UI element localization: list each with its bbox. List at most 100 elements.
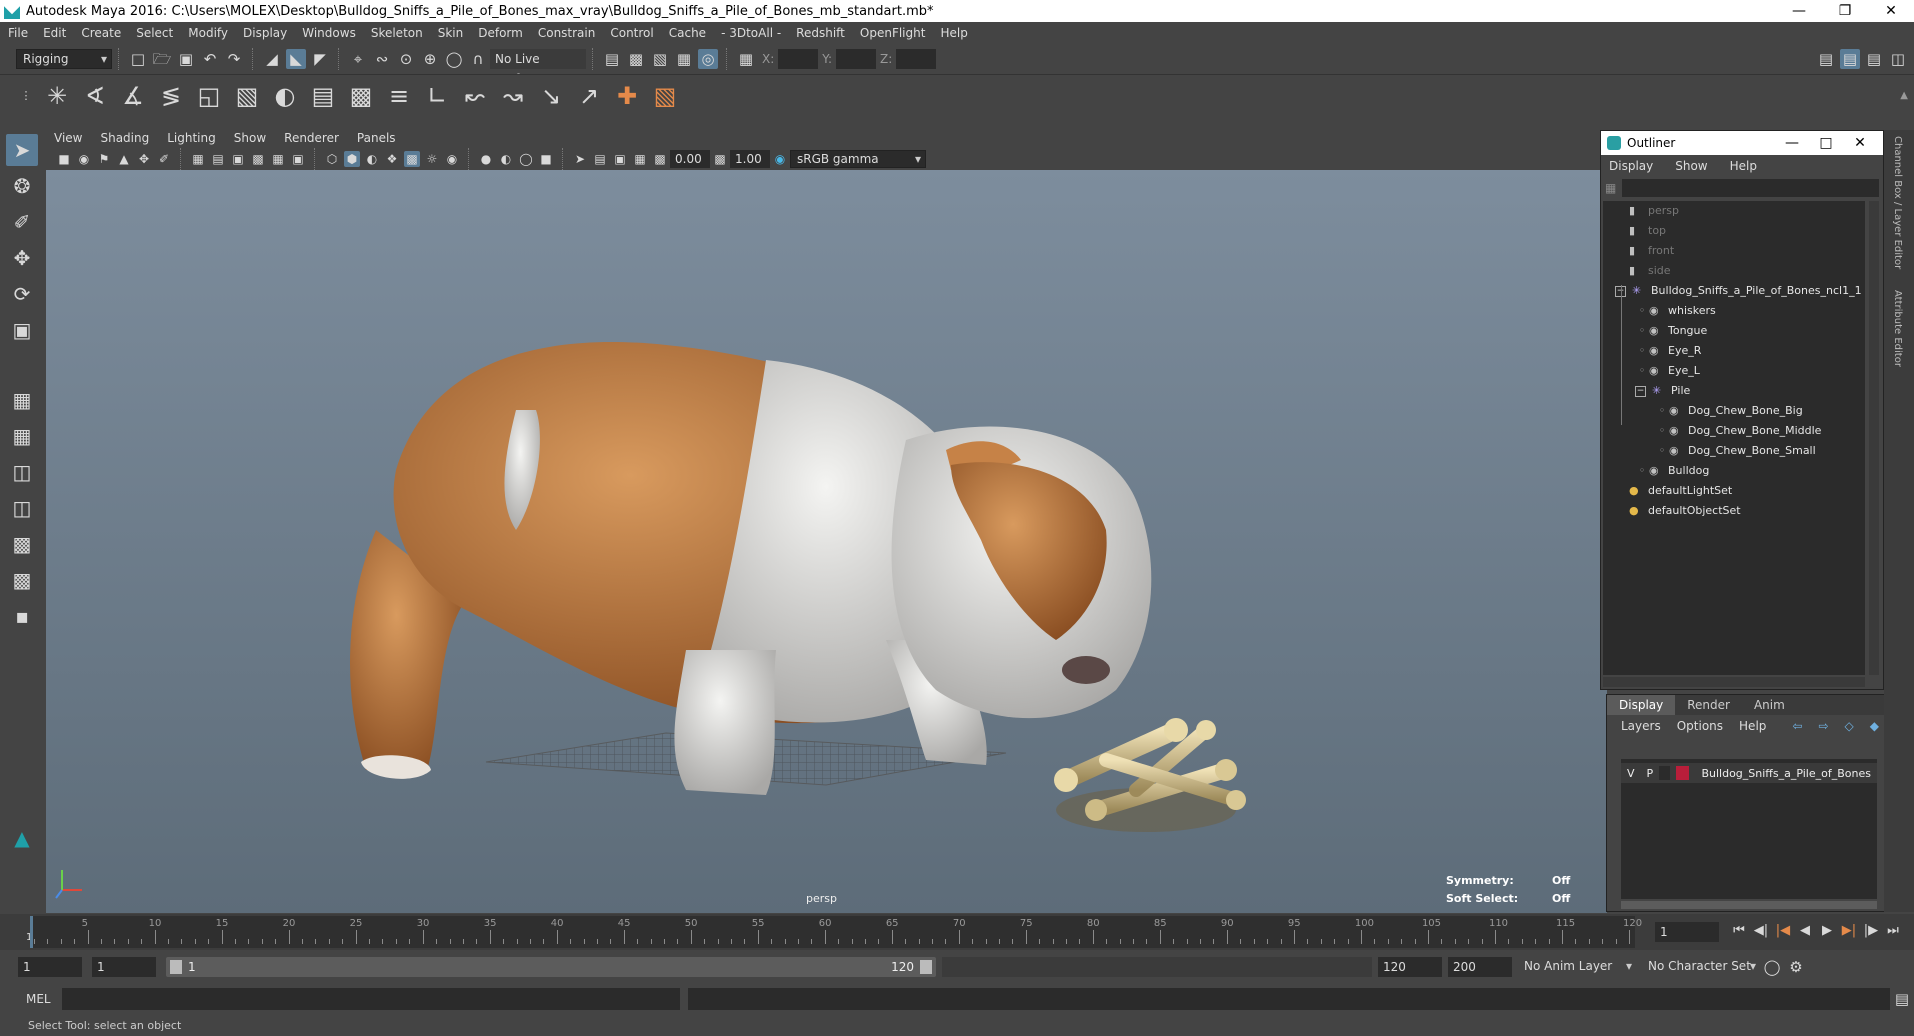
two-pane-icon[interactable]: ◫	[6, 456, 38, 488]
new-scene-icon[interactable]: □	[128, 49, 148, 69]
gamma-icon[interactable]: ▩	[712, 151, 728, 167]
outliner-item[interactable]: −✳Bulldog_Sniffs_a_Pile_of_Bones_ncl1_1	[1615, 281, 1862, 301]
bookmark-icon[interactable]: ⚑	[96, 151, 112, 167]
menu-cache[interactable]: Cache	[669, 26, 706, 40]
film-gate-icon[interactable]: ▤	[210, 151, 226, 167]
range-end-handle[interactable]	[920, 960, 932, 974]
new-layer-icon[interactable]: ◇	[1845, 719, 1854, 733]
aim-constraint-icon[interactable]: ↗	[573, 80, 605, 112]
bind-skin-icon[interactable]: ≡	[383, 80, 415, 112]
menu-file[interactable]: File	[8, 26, 28, 40]
current-time-marker[interactable]	[30, 916, 33, 948]
live-surface-field[interactable]: No Live Surface	[490, 49, 586, 86]
soft-modify-icon[interactable]: ▤	[307, 80, 339, 112]
layer-visibility-toggle[interactable]: V	[1621, 767, 1641, 780]
outliner-close-button[interactable]: ✕	[1843, 131, 1877, 155]
channel-box-tab[interactable]: Channel Box / Layer Editor	[1892, 136, 1903, 269]
animation-preferences-icon[interactable]: ⚙	[1786, 957, 1806, 977]
outliner-menu-display[interactable]: Display	[1609, 159, 1653, 173]
outliner-item[interactable]: ▮ side	[1615, 261, 1671, 281]
mirror-joint-icon[interactable]: ◱	[193, 80, 225, 112]
gate-mask-icon[interactable]: ▩	[250, 151, 266, 167]
step-forward-key-icon[interactable]: |▶	[1862, 922, 1880, 940]
color-management-icon[interactable]: ◉	[772, 151, 788, 167]
menu-control[interactable]: Control	[610, 26, 653, 40]
outliner-h-scrollbar[interactable]	[1603, 677, 1865, 687]
auto-key-icon[interactable]: ◯	[1762, 957, 1782, 977]
expand-toggle[interactable]: −	[1635, 385, 1646, 397]
close-button[interactable]: ✕	[1868, 0, 1914, 22]
menu-skin[interactable]: Skin	[438, 26, 464, 40]
outliner-item[interactable]: ◦ ◉ Eye_R	[1635, 341, 1702, 361]
menu-display[interactable]: Display	[243, 26, 287, 40]
go-to-start-icon[interactable]: ⏮	[1730, 922, 1748, 940]
outliner-item[interactable]: ▮ top	[1615, 221, 1666, 241]
xray-joints-icon[interactable]: ◯	[518, 151, 534, 167]
isolate-select-icon[interactable]: ●	[478, 151, 494, 167]
layer-color-swatch[interactable]	[1675, 766, 1690, 780]
time-ruler[interactable]: 1 51015202530354045505560657075808590951…	[26, 916, 1642, 948]
outliner-menu-help[interactable]: Help	[1730, 159, 1757, 173]
gamma-field[interactable]: 1.00	[730, 150, 770, 168]
image-plane-icon[interactable]: ▲	[116, 151, 132, 167]
outliner-minimize-button[interactable]: —	[1775, 131, 1809, 155]
layout-graph-icon[interactable]: ▩	[6, 528, 38, 560]
command-input[interactable]	[62, 988, 680, 1010]
safe-action-icon[interactable]: ▣	[290, 151, 306, 167]
modeling-toolkit-icon[interactable]: ▤	[1816, 49, 1836, 69]
ik-spline-icon[interactable]: ∡	[117, 80, 149, 112]
outliner-item[interactable]: ● defaultObjectSet	[1615, 501, 1741, 521]
save-scene-icon[interactable]: ▣	[176, 49, 196, 69]
step-back-key-icon[interactable]: ◀|	[1752, 922, 1770, 940]
y-field[interactable]	[836, 49, 877, 69]
select-component-icon[interactable]: ◤	[310, 49, 330, 69]
display-layer-row[interactable]: V P Bulldog_Sniffs_a_Pile_of_Bones	[1621, 763, 1877, 783]
scale-constraint-icon[interactable]: ↘	[535, 80, 567, 112]
restore-button[interactable]: ❐	[1822, 0, 1868, 22]
layers-menu[interactable]: Layers	[1621, 719, 1661, 733]
menu-select[interactable]: Select	[136, 26, 173, 40]
outliner-search-input[interactable]	[1622, 179, 1879, 197]
menu-help[interactable]: Help	[940, 26, 967, 40]
layer-move-up-icon[interactable]: ⇦	[1792, 719, 1802, 733]
layout-outliner-icon[interactable]: ◫	[6, 492, 38, 524]
new-layer-selected-icon[interactable]: ◆	[1870, 719, 1879, 733]
motion-blur-icon[interactable]: ▦	[632, 151, 648, 167]
use-all-lights-icon[interactable]: ▩	[404, 151, 420, 167]
menu-deform[interactable]: Deform	[478, 26, 523, 40]
step-forward-frame-icon[interactable]: ▶|	[1840, 922, 1858, 940]
outliner-item[interactable]: − ✳ Pile	[1635, 381, 1690, 401]
step-back-frame-icon[interactable]: |◀	[1774, 922, 1792, 940]
outliner-item[interactable]: ◦ ◉ Dog_Chew_Bone_Middle	[1655, 421, 1822, 441]
perspective-viewport[interactable]: persp Symmetry: Off Soft Select: Off	[46, 170, 1607, 913]
anim-layer-dropdown[interactable]: No Anim Layer	[1518, 957, 1636, 977]
wireframe-on-shaded-icon[interactable]: ◐	[364, 151, 380, 167]
snap-grid-icon[interactable]: ⌖	[348, 49, 368, 69]
move-tool-icon[interactable]: ✥	[6, 242, 38, 274]
layer-playback-toggle[interactable]: P	[1641, 767, 1660, 780]
render-view-icon[interactable]: ▤	[602, 49, 622, 69]
pole-vector-icon[interactable]: ▧	[649, 80, 681, 112]
shadows-icon[interactable]: ☼	[424, 151, 440, 167]
ipr-render-icon[interactable]: ▧	[650, 49, 670, 69]
menu-modify[interactable]: Modify	[188, 26, 228, 40]
layers-help-menu[interactable]: Help	[1739, 719, 1766, 733]
two-d-pan-icon[interactable]: ✥	[136, 151, 152, 167]
paint-select-icon[interactable]: ✐	[6, 206, 38, 238]
tool-settings-icon[interactable]: ▤	[1864, 49, 1884, 69]
redo-icon[interactable]: ↷	[224, 49, 244, 69]
script-editor-icon[interactable]: ▤	[1892, 989, 1912, 1009]
x-field[interactable]	[778, 49, 819, 69]
locator-icon[interactable]: ✚	[611, 80, 643, 112]
attribute-editor-tab[interactable]: Attribute Editor	[1892, 290, 1903, 367]
tab-render[interactable]: Render	[1675, 695, 1742, 715]
textured-icon[interactable]: ❖	[384, 151, 400, 167]
select-tool-icon[interactable]: ➤	[6, 134, 38, 166]
outliner-maximize-button[interactable]: □	[1809, 131, 1843, 155]
menu-redshift[interactable]: Redshift	[796, 26, 845, 40]
layout-uv-icon[interactable]: ▩	[6, 564, 38, 596]
exposure-icon[interactable]: ▩	[652, 151, 668, 167]
filter-icon[interactable]: ▦	[1605, 181, 1616, 195]
layer-h-scrollbar[interactable]	[1621, 901, 1877, 909]
joint-tool-icon[interactable]: ✳	[41, 80, 73, 112]
